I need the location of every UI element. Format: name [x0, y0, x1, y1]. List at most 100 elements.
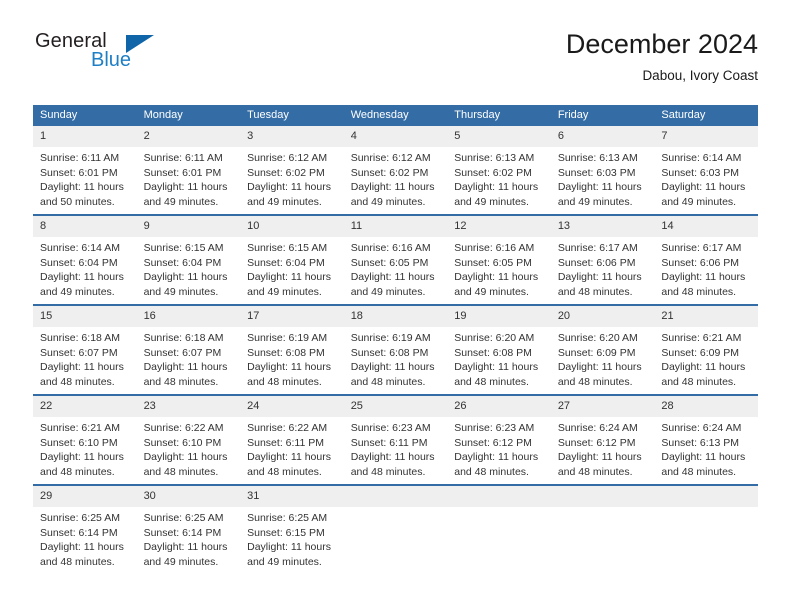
day-sunset-text: Sunset: 6:07 PM — [40, 346, 118, 359]
day-details: Sunrise: 6:25 AM Sunset: 6:15 PM Daylight:… — [240, 507, 344, 569]
calendar-day-cell[interactable]: 9 Sunrise: 6:15 AM Sunset: 6:04 PM Daylight… — [136, 214, 241, 305]
day-sunset-text: Sunset: 6:03 PM — [661, 166, 740, 179]
day-daylight1-text: Daylight: 11 hours — [247, 181, 331, 194]
day-daylight1-text: Daylight: 11 hours — [557, 451, 642, 464]
calendar-day-cell[interactable]: 17 Sunrise: 6:19 AM Sunset: 6:08 PM Dayligh… — [240, 304, 344, 395]
calendar-header-row: Sunday Monday Tuesday Wednesday Thursday… — [33, 105, 758, 126]
day-daylight1-text: Daylight: 11 hours — [143, 361, 228, 374]
calendar-day-cell[interactable]: 2 Sunrise: 6:11 AM Sunset: 6:01 PM Daylight… — [136, 126, 241, 215]
day-sunrise-text: Sunrise: 6:12 AM — [350, 152, 431, 164]
calendar-day-cell[interactable]: 16 Sunrise: 6:18 AM Sunset: 6:07 PM Dayligh… — [136, 304, 241, 395]
day-sunset-text: Sunset: 6:12 PM — [557, 436, 636, 449]
calendar-day-cell[interactable]: 6 Sunrise: 6:13 AM Sunset: 6:03 PM Daylight… — [550, 126, 655, 215]
day-details: Sunrise: 6:22 AM Sunset: 6:11 PM Daylight:… — [240, 417, 344, 479]
calendar-day-cell[interactable]: 18 Sunrise: 6:19 AM Sunset: 6:08 PM Dayligh… — [343, 304, 448, 395]
calendar-day-cell[interactable]: 31 Sunrise: 6:25 AM Sunset: 6:15 PM Dayligh… — [240, 484, 344, 574]
calendar-page: General Blue December 2024 Dabou, Ivory … — [0, 0, 792, 612]
day-daylight1-text: Daylight: 11 hours — [350, 181, 435, 194]
day-details: Sunrise: 6:13 AM Sunset: 6:03 PM Daylight:… — [551, 147, 655, 209]
logo-text-blue: Blue — [91, 49, 132, 71]
day-daylight2-text: and 48 minutes. — [661, 285, 737, 298]
day-details: Sunrise: 6:19 AM Sunset: 6:08 PM Daylight:… — [240, 327, 344, 389]
day-details — [344, 507, 448, 511]
day-daylight1-text: Daylight: 11 hours — [454, 271, 539, 284]
calendar-day-cell[interactable]: 10 Sunrise: 6:15 AM Sunset: 6:04 PM Dayligh… — [240, 214, 344, 305]
day-daylight1-text: Daylight: 11 hours — [40, 541, 124, 554]
day-daylight2-text: and 48 minutes. — [40, 465, 115, 478]
calendar-day-cell[interactable]: 30 Sunrise: 6:25 AM Sunset: 6:14 PM Dayligh… — [136, 484, 241, 574]
day-sunset-text: Sunset: 6:09 PM — [661, 346, 740, 359]
calendar-day-cell[interactable]: 28 Sunrise: 6:24 AM Sunset: 6:13 PM Dayligh… — [654, 394, 758, 485]
day-sunset-text: Sunset: 6:08 PM — [247, 346, 325, 359]
day-number: 11 — [343, 216, 448, 237]
day-daylight2-text: and 49 minutes. — [247, 195, 322, 208]
calendar-day-cell[interactable]: 24 Sunrise: 6:22 AM Sunset: 6:11 PM Dayligh… — [240, 394, 344, 485]
calendar-day-cell-empty — [343, 484, 448, 574]
calendar-day-cell[interactable]: 11 Sunrise: 6:16 AM Sunset: 6:05 PM Dayligh… — [343, 214, 448, 305]
calendar-day-cell[interactable]: 27 Sunrise: 6:24 AM Sunset: 6:12 PM Dayligh… — [550, 394, 655, 485]
calendar-day-cell[interactable]: 15 Sunrise: 6:18 AM Sunset: 6:07 PM Dayligh… — [33, 304, 137, 395]
calendar-day-cell[interactable]: 25 Sunrise: 6:23 AM Sunset: 6:11 PM Dayligh… — [343, 394, 448, 485]
day-details: Sunrise: 6:15 AM Sunset: 6:04 PM Daylight:… — [240, 237, 344, 299]
day-daylight1-text: Daylight: 11 hours — [557, 181, 642, 194]
day-daylight1-text: Daylight: 11 hours — [661, 181, 746, 194]
day-daylight2-text: and 48 minutes. — [454, 465, 529, 478]
day-sunset-text: Sunset: 6:08 PM — [350, 346, 429, 359]
calendar-day-cell[interactable]: 3 Sunrise: 6:12 AM Sunset: 6:02 PM Daylight… — [240, 126, 344, 215]
day-daylight1-text: Daylight: 11 hours — [350, 271, 435, 284]
calendar-day-cell[interactable]: 23 Sunrise: 6:22 AM Sunset: 6:10 PM Dayligh… — [136, 394, 241, 485]
day-number: 17 — [240, 306, 344, 327]
day-details: Sunrise: 6:24 AM Sunset: 6:13 PM Daylight:… — [654, 417, 758, 479]
day-details: Sunrise: 6:12 AM Sunset: 6:02 PM Daylight:… — [240, 147, 344, 209]
calendar-day-cell[interactable]: 13 Sunrise: 6:17 AM Sunset: 6:06 PM Dayligh… — [550, 214, 655, 305]
calendar-day-cell[interactable]: 8 Sunrise: 6:14 AM Sunset: 6:04 PM Daylight… — [33, 214, 137, 305]
day-details: Sunrise: 6:19 AM Sunset: 6:08 PM Daylight:… — [344, 327, 448, 389]
calendar-day-cell-empty — [550, 484, 655, 574]
calendar-week-row: 15 Sunrise: 6:18 AM Sunset: 6:07 PM Dayligh… — [33, 304, 758, 395]
calendar-body: 1 Sunrise: 6:11 AM Sunset: 6:01 PM Daylight… — [33, 126, 758, 574]
weekday-header-friday: Friday — [550, 105, 655, 126]
day-details: Sunrise: 6:11 AM Sunset: 6:01 PM Daylight:… — [33, 147, 137, 209]
day-number: 5 — [447, 126, 551, 147]
day-sunrise-text: Sunrise: 6:16 AM — [350, 242, 431, 254]
calendar-day-cell[interactable]: 26 Sunrise: 6:23 AM Sunset: 6:12 PM Dayligh… — [447, 394, 551, 485]
day-sunset-text: Sunset: 6:03 PM — [557, 166, 636, 179]
day-daylight2-text: and 49 minutes. — [454, 195, 529, 208]
day-daylight2-text: and 48 minutes. — [143, 465, 219, 478]
calendar-day-cell[interactable]: 22 Sunrise: 6:21 AM Sunset: 6:10 PM Dayligh… — [33, 394, 137, 485]
calendar-day-cell[interactable]: 14 Sunrise: 6:17 AM Sunset: 6:06 PM Dayligh… — [654, 214, 758, 305]
day-sunset-text: Sunset: 6:15 PM — [247, 526, 325, 539]
day-sunrise-text: Sunrise: 6:13 AM — [454, 152, 535, 164]
day-daylight1-text: Daylight: 11 hours — [40, 451, 124, 464]
day-details — [654, 507, 758, 511]
weekday-header-monday: Monday — [136, 105, 241, 126]
calendar-day-cell[interactable]: 1 Sunrise: 6:11 AM Sunset: 6:01 PM Daylight… — [33, 126, 137, 215]
day-sunrise-text: Sunrise: 6:15 AM — [143, 242, 224, 254]
day-daylight1-text: Daylight: 11 hours — [557, 271, 642, 284]
day-daylight1-text: Daylight: 11 hours — [143, 451, 228, 464]
calendar-day-cell[interactable]: 4 Sunrise: 6:12 AM Sunset: 6:02 PM Daylight… — [343, 126, 448, 215]
day-daylight1-text: Daylight: 11 hours — [661, 451, 746, 464]
day-sunrise-text: Sunrise: 6:13 AM — [557, 152, 638, 164]
day-number — [447, 486, 551, 507]
day-daylight2-text: and 48 minutes. — [350, 465, 426, 478]
day-details — [551, 507, 655, 511]
day-daylight2-text: and 48 minutes. — [247, 375, 322, 388]
calendar-day-cell[interactable]: 29 Sunrise: 6:25 AM Sunset: 6:14 PM Dayligh… — [33, 484, 137, 574]
day-details: Sunrise: 6:14 AM Sunset: 6:04 PM Daylight:… — [33, 237, 137, 299]
calendar-day-cell[interactable]: 12 Sunrise: 6:16 AM Sunset: 6:05 PM Dayligh… — [447, 214, 551, 305]
day-number — [550, 486, 655, 507]
day-number: 20 — [550, 306, 655, 327]
title-block: December 2024 Dabou, Ivory Coast — [566, 28, 758, 86]
calendar-day-cell[interactable]: 20 Sunrise: 6:20 AM Sunset: 6:09 PM Dayligh… — [550, 304, 655, 395]
calendar-day-cell[interactable]: 7 Sunrise: 6:14 AM Sunset: 6:03 PM Daylight… — [654, 126, 758, 215]
calendar-day-cell[interactable]: 5 Sunrise: 6:13 AM Sunset: 6:02 PM Daylight… — [447, 126, 551, 215]
calendar-day-cell[interactable]: 19 Sunrise: 6:20 AM Sunset: 6:08 PM Dayligh… — [447, 304, 551, 395]
day-sunrise-text: Sunrise: 6:25 AM — [40, 512, 120, 524]
day-daylight2-text: and 49 minutes. — [557, 195, 633, 208]
weekday-header-tuesday: Tuesday — [240, 105, 344, 126]
calendar-day-cell[interactable]: 21 Sunrise: 6:21 AM Sunset: 6:09 PM Dayligh… — [654, 304, 758, 395]
day-daylight1-text: Daylight: 11 hours — [143, 541, 228, 554]
day-number: 25 — [343, 396, 448, 417]
generalblue-logo[interactable]: General Blue — [33, 30, 163, 82]
